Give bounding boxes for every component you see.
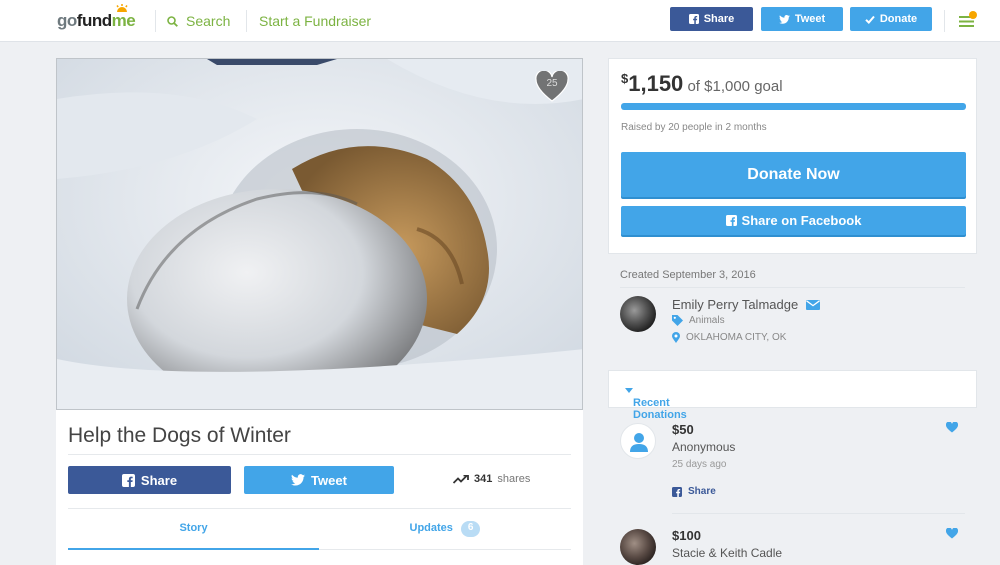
mail-icon[interactable] xyxy=(806,299,821,310)
tweet-button[interactable]: Tweet xyxy=(244,466,394,494)
recent-donations-label: Recent Donations xyxy=(621,384,687,421)
facebook-icon xyxy=(725,215,737,226)
location-row: OKLAHOMA CITY, OK xyxy=(672,332,786,343)
raised-summary: $1,150 of $1,000 goal xyxy=(621,71,783,97)
divider xyxy=(68,454,571,455)
tab-updates[interactable]: Updates 6 xyxy=(319,518,571,550)
header-donate-button[interactable]: Donate xyxy=(850,7,932,31)
divider xyxy=(672,513,965,514)
facebook-icon xyxy=(121,473,135,487)
divider xyxy=(68,508,571,509)
gofundme-logo[interactable]: gofundme xyxy=(57,11,136,31)
favorite-badge[interactable]: 25 xyxy=(535,69,569,103)
location-pin-icon xyxy=(672,332,680,343)
facebook-icon xyxy=(688,14,699,24)
twitter-icon xyxy=(778,14,790,24)
creator-name[interactable]: Emily Perry Talmadge xyxy=(672,297,798,312)
header-share-button[interactable]: Share xyxy=(670,7,753,31)
tab-updates-label: Updates xyxy=(409,522,453,534)
start-fundraiser-link[interactable]: Start a Fundraiser xyxy=(259,13,371,29)
user-icon xyxy=(630,433,648,452)
heart-icon[interactable] xyxy=(946,422,958,433)
creator-name-row: Emily Perry Talmadge xyxy=(672,297,821,312)
check-icon xyxy=(865,15,875,24)
raised-amount: 1,150 xyxy=(628,71,684,96)
caret-down-icon xyxy=(625,387,633,393)
raised-by-text: Raised by 20 people in 2 months xyxy=(621,122,767,133)
tag-icon xyxy=(672,315,683,326)
donor-avatar xyxy=(620,529,656,565)
goal-card: $1,150 of $1,000 goal Raised by 20 peopl… xyxy=(608,58,977,254)
creator-avatar[interactable] xyxy=(620,296,656,332)
shares-count: 341 xyxy=(474,473,493,485)
donation-amount: $50 xyxy=(672,422,694,437)
donation-amount: $100 xyxy=(672,528,701,543)
progress-bar xyxy=(621,103,966,110)
top-nav: gofundme Search Start a Fundraiser Share… xyxy=(0,0,1000,42)
search-label: Search xyxy=(186,13,231,29)
recent-donations-header[interactable]: Recent Donations xyxy=(608,370,977,421)
facebook-icon xyxy=(672,486,682,497)
facebook-share-button[interactable]: Share xyxy=(68,466,231,494)
share-on-facebook-button[interactable]: Share on Facebook xyxy=(621,206,966,235)
trend-icon xyxy=(453,474,469,484)
tab-story[interactable]: Story xyxy=(68,518,319,550)
progress-fill xyxy=(621,103,966,110)
updates-count-badge: 6 xyxy=(460,521,481,537)
nav-divider xyxy=(246,10,247,32)
favorite-count: 25 xyxy=(546,78,558,89)
nav-divider xyxy=(944,10,945,32)
goal-text: of $1,000 goal xyxy=(687,78,783,95)
search-icon xyxy=(167,15,178,27)
location-label: OKLAHOMA CITY, OK xyxy=(686,332,787,343)
campaign-title: Help the Dogs of Winter xyxy=(68,424,291,447)
heart-icon[interactable] xyxy=(946,528,958,539)
nav-divider xyxy=(155,10,156,32)
donation-time: 25 days ago xyxy=(672,459,727,470)
donor-name: Stacie & Keith Cadle xyxy=(672,546,783,560)
campaign-photo: 25 xyxy=(56,58,583,410)
snow-dog-image xyxy=(57,59,582,409)
donor-avatar xyxy=(620,423,656,459)
shares-counter: 341 shares xyxy=(453,473,530,485)
donor-name: Anonymous xyxy=(672,440,736,454)
created-date: Created September 3, 2016 xyxy=(620,269,756,281)
donation-share-link[interactable]: Share xyxy=(672,486,716,497)
donate-now-button[interactable]: Donate Now xyxy=(621,152,966,197)
header-tweet-button[interactable]: Tweet xyxy=(761,7,843,31)
category-row: Animals xyxy=(672,315,725,326)
search-link[interactable]: Search xyxy=(167,13,230,29)
menu-icon[interactable] xyxy=(958,11,978,29)
shares-label: shares xyxy=(497,473,531,485)
divider xyxy=(620,287,965,288)
logo-sun-icon xyxy=(116,4,128,12)
twitter-icon xyxy=(291,474,306,486)
category-label[interactable]: Animals xyxy=(689,315,725,326)
campaign-card: 25 Help the Dogs of Winter Share Tweet 3… xyxy=(56,58,583,565)
